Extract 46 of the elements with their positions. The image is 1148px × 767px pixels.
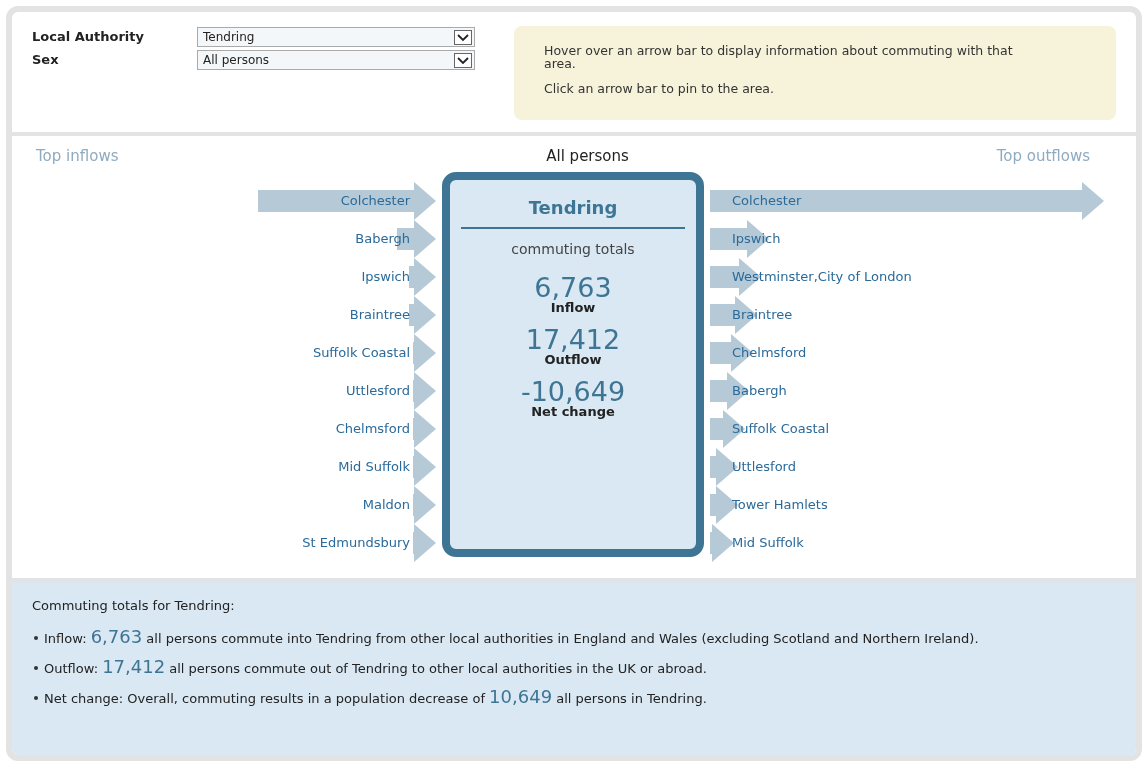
chevron-down-icon bbox=[454, 29, 472, 45]
area-label[interactable]: Chelmsford bbox=[732, 344, 807, 362]
bullet-icon bbox=[34, 635, 38, 640]
area-label[interactable]: Babergh bbox=[355, 230, 410, 248]
details-heading: Commuting totals for Tendring: bbox=[32, 597, 236, 615]
area-label[interactable]: Colchester bbox=[340, 192, 410, 210]
detail-text: Outflow: 17,412 all persons commute out of Tendring to other local authorities in the UK or abroad. bbox=[44, 655, 708, 679]
bullet-icon bbox=[34, 665, 38, 670]
dropdown[interactable]: All persons bbox=[197, 50, 475, 70]
total-label: Outflow bbox=[544, 353, 602, 366]
dropdown[interactable]: Tendring bbox=[197, 27, 475, 47]
chart-title: All persons bbox=[546, 145, 629, 167]
area-label[interactable]: Mid Suffolk bbox=[338, 458, 410, 476]
area-label[interactable]: Suffolk Coastal bbox=[732, 420, 830, 438]
area-label[interactable]: Uttlesford bbox=[732, 458, 796, 476]
area-label[interactable]: Braintree bbox=[732, 306, 793, 324]
outflows-heading: Top outflows bbox=[996, 145, 1090, 167]
area-label[interactable]: Westminster,City of London bbox=[732, 268, 912, 286]
total-label: Inflow bbox=[550, 301, 596, 314]
area-label[interactable]: St Edmundsbury bbox=[302, 534, 410, 552]
detail-text: Net change: Overall, commuting results in a population decrease of 10,649 all persons in Tendring. bbox=[44, 685, 708, 709]
area-label[interactable]: Mid Suffolk bbox=[732, 534, 804, 552]
detail-text: Inflow: 6,763 all persons commute into Tendring from other local authorities in England and Wales (excluding Scotland and Northern Ireland). bbox=[44, 625, 980, 649]
chevron-down-icon bbox=[454, 52, 472, 68]
area-label[interactable]: Uttlesford bbox=[346, 382, 410, 400]
area-label[interactable]: Tower Hamlets bbox=[732, 496, 828, 514]
filter-label: Sex bbox=[32, 51, 60, 70]
area-label[interactable]: Ipswich bbox=[732, 230, 781, 248]
area-title: Tendring bbox=[461, 194, 685, 229]
area-label[interactable]: Braintree bbox=[349, 306, 410, 324]
area-label[interactable]: Ipswich bbox=[361, 268, 410, 286]
area-label[interactable]: Suffolk Coastal bbox=[312, 344, 410, 362]
area-label[interactable]: Colchester bbox=[732, 192, 802, 210]
bullet-icon bbox=[34, 695, 38, 700]
inflows-heading: Top inflows bbox=[36, 145, 119, 167]
info-text: Hover over an arrow bar to display information about commuting with that area. bbox=[544, 44, 1014, 70]
total-label: Net change bbox=[531, 405, 615, 418]
subtitle: commuting totals bbox=[511, 240, 635, 259]
area-label[interactable]: Babergh bbox=[732, 382, 787, 400]
total-value: 6,763 bbox=[534, 274, 612, 301]
total-value: 17,412 bbox=[525, 326, 621, 353]
area-label[interactable]: Maldon bbox=[362, 496, 410, 514]
info-text: Click an arrow bar to pin to the area. bbox=[544, 82, 775, 95]
filter-label: Local Authority bbox=[32, 28, 145, 47]
total-value: -10,649 bbox=[520, 378, 626, 405]
area-label[interactable]: Chelmsford bbox=[335, 420, 410, 438]
